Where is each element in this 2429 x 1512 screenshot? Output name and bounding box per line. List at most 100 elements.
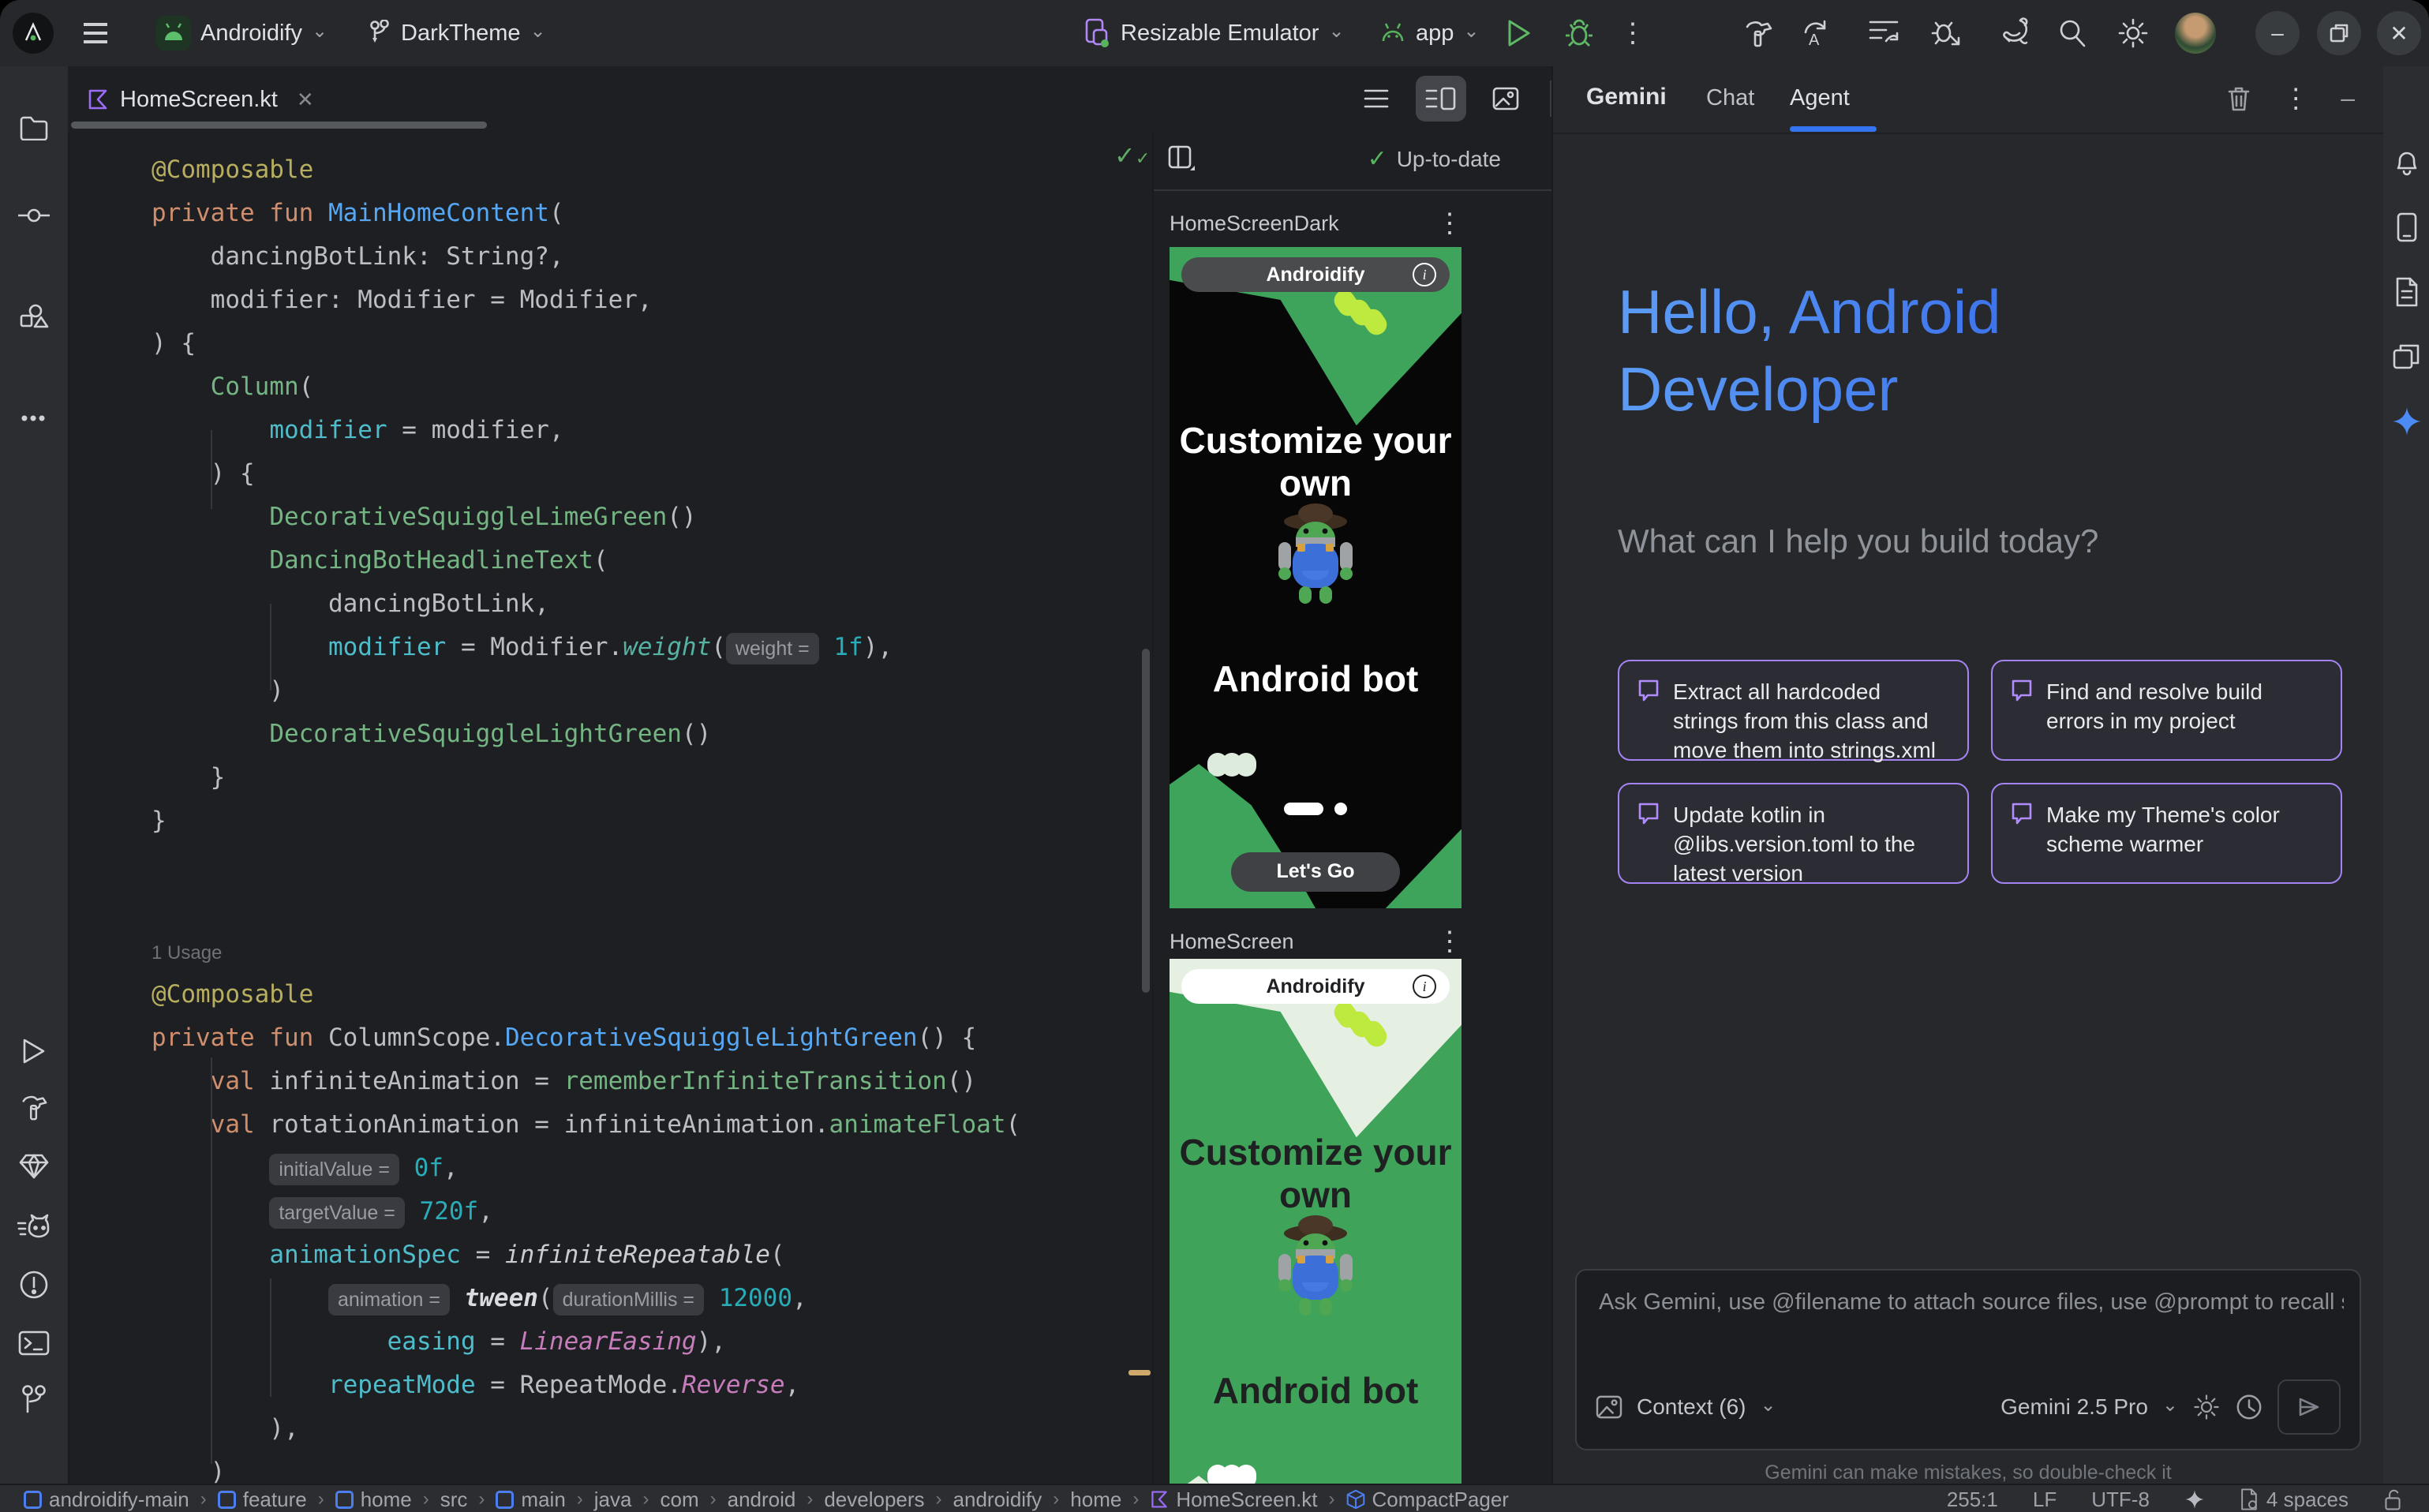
version-control-tool-button[interactable] — [21, 1384, 47, 1414]
run-button[interactable] — [1504, 0, 1533, 66]
device-selector[interactable]: Resizable Emulator ⌄ — [1084, 0, 1345, 66]
vcs-branch-widget[interactable]: DarkTheme ⌄ — [368, 0, 546, 66]
code-line[interactable]: DancingBotHeadlineText( — [152, 539, 1020, 582]
code-line[interactable]: modifier = modifier, — [152, 409, 1020, 452]
preview-group-label-dark[interactable]: HomeScreenDark — [1170, 211, 1339, 236]
preview-phone-dark[interactable]: Androidify i Customize your own Android — [1170, 247, 1462, 908]
terminal-tool-button[interactable] — [18, 1330, 50, 1356]
preview-sync-status[interactable]: ✓ Up-to-date — [1368, 145, 1501, 173]
unlock-icon[interactable] — [2383, 1488, 2402, 1510]
breadcrumb-item[interactable]: HomeScreen.kt — [1150, 1488, 1317, 1512]
preview-group-menu-light[interactable]: ⋮ — [1436, 928, 1463, 955]
gemini-settings-icon[interactable] — [2192, 1393, 2221, 1421]
code-line[interactable]: easing = LinearEasing), — [152, 1320, 1020, 1364]
gemini-suggestion-card[interactable]: Update kotlin in @libs.version.toml to t… — [1618, 783, 1969, 884]
attach-debugger-button[interactable] — [1930, 0, 1963, 66]
preview-layout-button[interactable] — [1166, 144, 1198, 175]
breadcrumb-item[interactable]: feature — [218, 1488, 307, 1512]
code-line[interactable] — [152, 886, 1020, 930]
code-line[interactable]: @Composable — [152, 148, 1020, 192]
build-tool-button[interactable] — [19, 1092, 49, 1122]
code-line[interactable]: modifier: Modifier = Modifier, — [152, 279, 1020, 322]
run-tool-button[interactable] — [21, 1037, 47, 1065]
code-line[interactable]: private fun MainHomeContent( — [152, 192, 1020, 235]
problems-tool-button[interactable] — [19, 1270, 49, 1300]
code-line[interactable]: modifier = Modifier.weight(weight = 1f), — [152, 626, 1020, 669]
info-icon[interactable]: i — [1413, 975, 1436, 998]
project-widget[interactable]: Androidify ⌄ — [156, 0, 327, 66]
send-button[interactable] — [2277, 1379, 2341, 1435]
run-config-selector[interactable]: app ⌄ — [1379, 0, 1480, 66]
attach-image-icon[interactable] — [1596, 1395, 1622, 1419]
code-line[interactable] — [152, 843, 1020, 886]
gemini-prompt-input[interactable]: Ask Gemini, use @filename to attach sour… — [1575, 1269, 2361, 1450]
debug-button[interactable] — [1564, 0, 1594, 66]
preview-group-label-light[interactable]: HomeScreen — [1170, 930, 1294, 954]
running-devices-tool-button[interactable] — [17, 1214, 51, 1241]
gemini-suggestion-card[interactable]: Extract all hardcoded strings from this … — [1618, 660, 1969, 761]
main-menu-button[interactable] — [82, 0, 109, 66]
device-manager-tool-button[interactable] — [2396, 212, 2418, 242]
code-line[interactable]: dancingBotLink, — [152, 582, 1020, 626]
caret-position[interactable]: 255:1 — [1947, 1488, 1998, 1512]
resource-manager-tool-button[interactable] — [18, 303, 50, 331]
notifications-tool-button[interactable] — [2393, 148, 2420, 178]
breadcrumb-item[interactable]: main — [496, 1488, 565, 1512]
app-quality-insights-tool-button[interactable] — [18, 1153, 50, 1180]
tab-chat[interactable]: Chat — [1706, 85, 1754, 111]
code-line[interactable]: repeatMode = RepeatMode.Reverse, — [152, 1364, 1020, 1407]
editor-hscrollbar[interactable] — [71, 122, 487, 129]
editor-preview-splitter[interactable] — [1152, 133, 1154, 1484]
code-line[interactable]: ) { — [152, 452, 1020, 496]
history-icon[interactable] — [2235, 1393, 2263, 1421]
code-line[interactable]: private fun ColumnScope.DecorativeSquigg… — [152, 1016, 1020, 1060]
gradle-icon[interactable] — [1998, 0, 2033, 66]
preview-group-menu-dark[interactable]: ⋮ — [1436, 210, 1463, 237]
editor-vscrollbar[interactable] — [1142, 649, 1150, 993]
gemini-options-button[interactable]: ⋮ — [2282, 85, 2309, 112]
code-line[interactable]: animation = tween(durationMillis = 12000… — [152, 1277, 1020, 1320]
minimize-button[interactable]: – — [2255, 11, 2300, 55]
commit-tool-button[interactable] — [18, 208, 50, 223]
code-line[interactable]: targetValue = 720f, — [152, 1190, 1020, 1233]
profiler-button[interactable] — [1867, 0, 1900, 66]
breadcrumb-item[interactable]: home — [1070, 1488, 1121, 1512]
gemini-spark-icon[interactable] — [2184, 1489, 2205, 1510]
code-line[interactable]: ), — [152, 1407, 1020, 1450]
breadcrumb-item[interactable]: java — [594, 1488, 632, 1512]
breadcrumb-item[interactable]: androidify-main — [24, 1488, 189, 1512]
code-line[interactable]: Column( — [152, 365, 1020, 409]
tab-agent[interactable]: Agent — [1790, 85, 1850, 111]
breadcrumb[interactable]: androidify-main›feature›home›src›main›ja… — [24, 1488, 1509, 1512]
code-line[interactable]: DecorativeSquiggleLimeGreen() — [152, 496, 1020, 539]
more-tool-windows-button[interactable]: ••• — [21, 406, 47, 431]
tab-close-icon[interactable]: ✕ — [297, 88, 314, 112]
view-mode-design-button[interactable] — [1480, 76, 1531, 122]
close-button[interactable]: ✕ — [2377, 11, 2421, 55]
breadcrumb-item[interactable]: home — [335, 1488, 412, 1512]
breadcrumb-item[interactable]: androidify — [953, 1488, 1042, 1512]
code-line[interactable]: } — [152, 756, 1020, 799]
code-line[interactable]: initialValue = 0f, — [152, 1147, 1020, 1190]
code-line[interactable]: animationSpec = infiniteRepeatable( — [152, 1233, 1020, 1277]
code-line[interactable]: 1 Usage — [152, 930, 1020, 973]
code-editor[interactable]: @Composableprivate fun MainHomeContent( … — [152, 148, 1020, 1494]
gemini-suggestion-card[interactable]: Make my Theme's color scheme warmer — [1991, 783, 2342, 884]
gemini-tool-button[interactable] — [2391, 406, 2423, 437]
hide-panel-button[interactable]: – — [2341, 84, 2355, 113]
sync-project-button[interactable]: A — [1799, 0, 1832, 66]
model-selector[interactable]: Gemini 2.5 Pro — [2000, 1394, 2148, 1420]
code-line[interactable]: } — [152, 799, 1020, 843]
code-line[interactable]: @Composable — [152, 973, 1020, 1016]
info-icon[interactable]: i — [1413, 263, 1436, 286]
view-mode-split-button[interactable] — [1416, 76, 1466, 122]
project-tool-button[interactable] — [19, 115, 49, 140]
breadcrumb-item[interactable]: src — [440, 1488, 468, 1512]
delete-conversation-button[interactable] — [2227, 85, 2251, 112]
lets-go-button[interactable]: Let's Go — [1231, 852, 1401, 892]
layers-tool-button[interactable] — [2393, 342, 2421, 371]
code-line[interactable]: dancingBotLink: String?, — [152, 235, 1020, 279]
preview-phone-light[interactable]: Androidify i Customize your own Android — [1170, 959, 1462, 1512]
gemini-suggestion-card[interactable]: Find and resolve build errors in my proj… — [1991, 660, 2342, 761]
inspections-ok-icon[interactable]: ✓✓ — [1114, 140, 1150, 170]
